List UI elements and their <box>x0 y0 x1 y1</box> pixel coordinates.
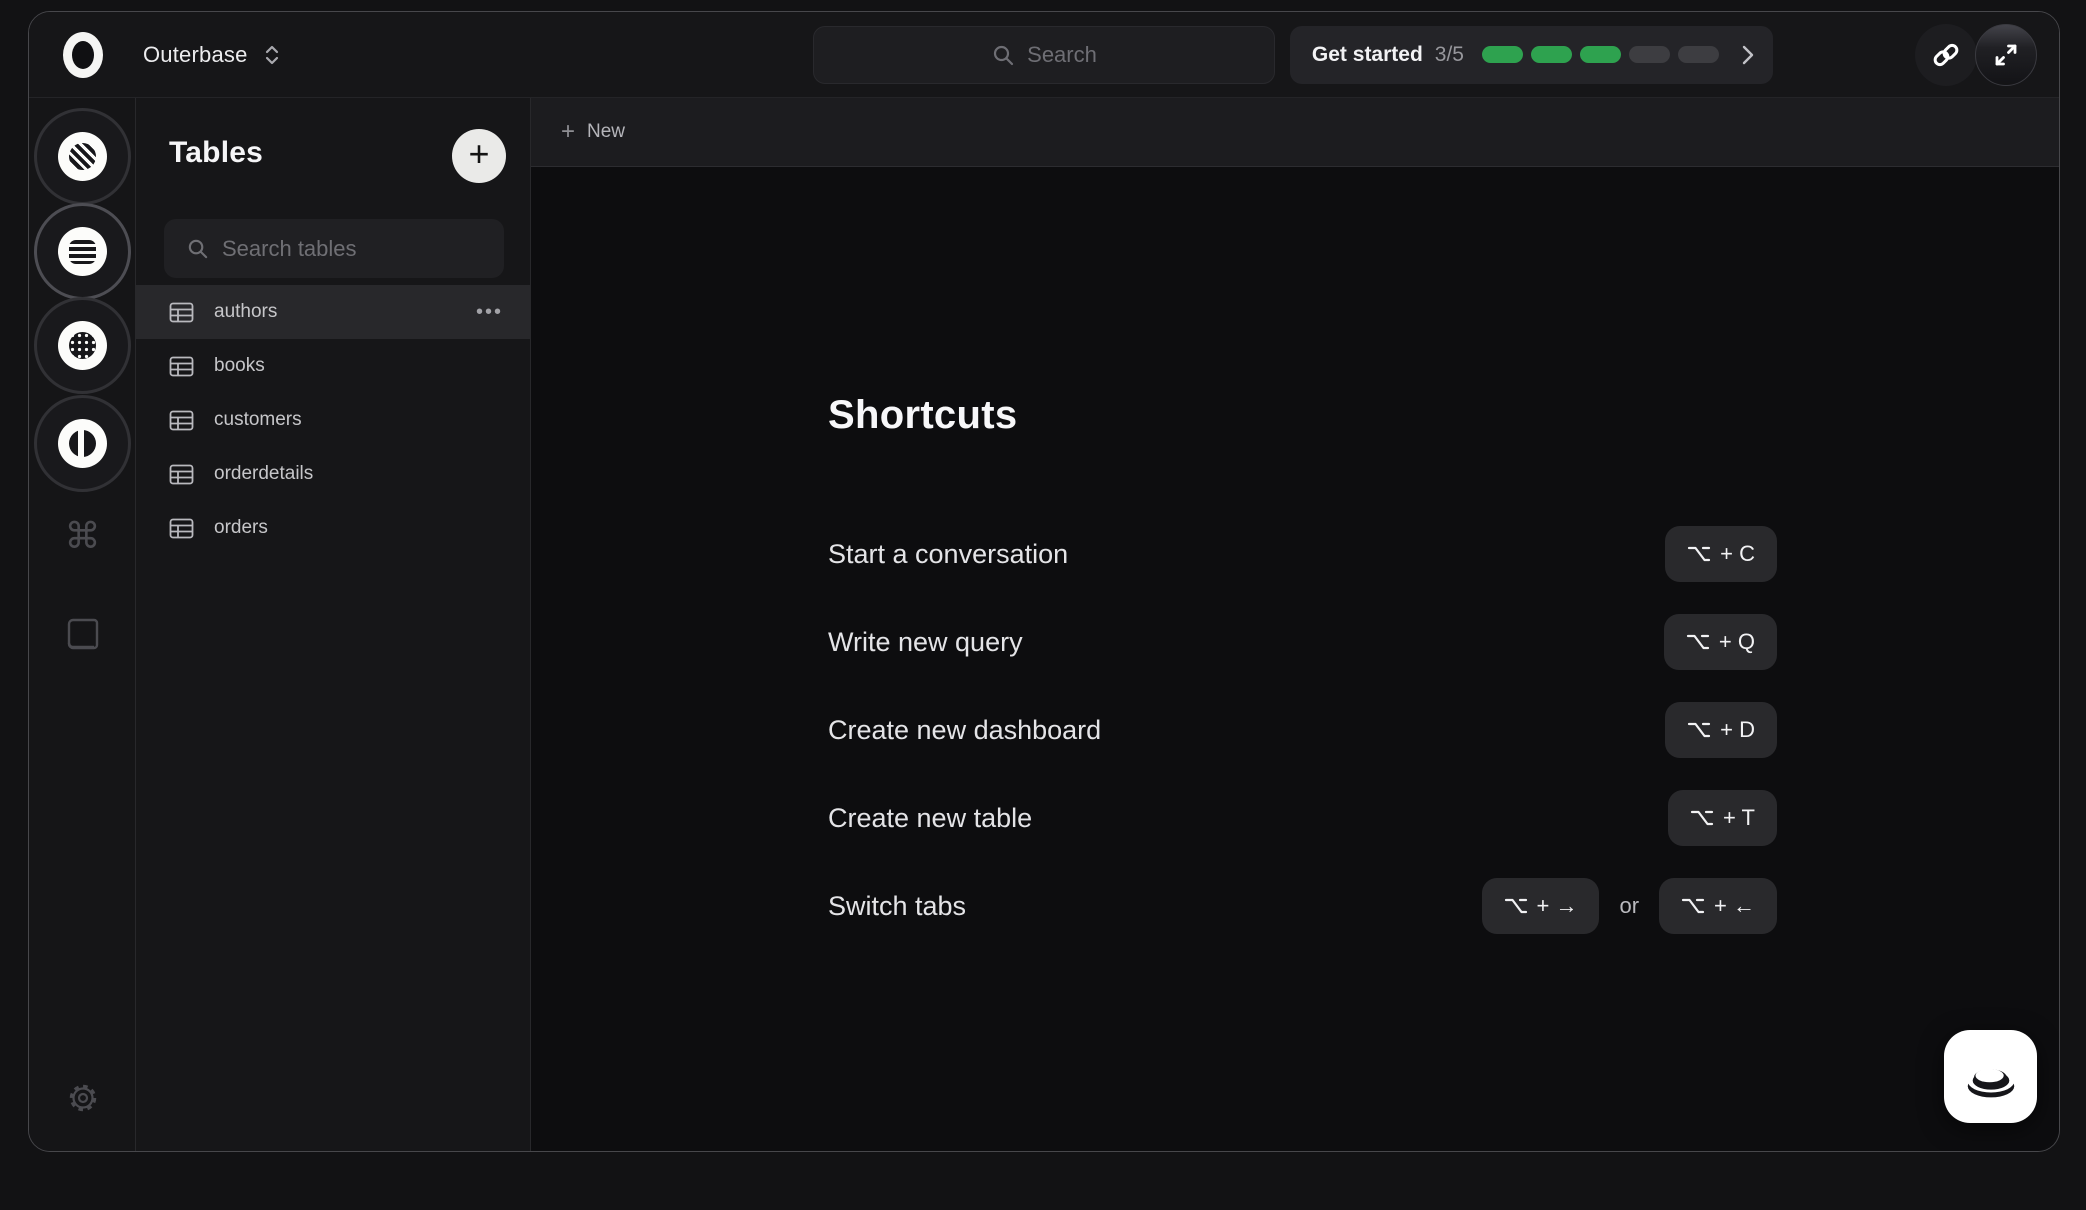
option-key-icon <box>1687 721 1711 739</box>
settings-gear-icon[interactable] <box>29 1080 136 1116</box>
assistant-fab-button[interactable] <box>1944 1030 2037 1123</box>
base-stripes-icon <box>69 143 96 170</box>
option-key-icon <box>1690 809 1714 827</box>
top-bar: Outerbase Search Get started 3/5 <box>29 12 2059 98</box>
kbd-option-left: + ← <box>1659 878 1777 934</box>
chevron-right-icon[interactable] <box>1741 43 1755 67</box>
table-icon <box>169 464 194 485</box>
table-name: customers <box>214 409 302 431</box>
table-row-authors[interactable]: authors ••• <box>136 285 531 339</box>
option-key-icon <box>1686 633 1710 651</box>
tables-sidebar: Tables + Search tables authors ••• <box>136 98 531 1151</box>
global-search-input[interactable]: Search <box>813 26 1275 84</box>
outerbase-logo-icon <box>63 32 103 78</box>
option-key-icon <box>1687 545 1711 563</box>
expand-arrows-icon <box>1991 40 2021 70</box>
or-separator: or <box>1619 893 1639 919</box>
search-tables-placeholder: Search tables <box>222 236 357 262</box>
workspace-name[interactable]: Outerbase <box>143 42 248 68</box>
kbd-option-q: + Q <box>1664 614 1777 670</box>
option-key-icon <box>1504 897 1528 915</box>
get-started-label: Get started <box>1312 43 1423 67</box>
sidebar-base-bar[interactable] <box>34 395 131 492</box>
shortcuts-panel: Shortcuts Start a conversation + C Write… <box>828 393 1777 438</box>
sidebar-base-dots[interactable] <box>34 297 131 394</box>
kbd-option-t: + T <box>1668 790 1777 846</box>
add-table-button[interactable]: + <box>452 129 506 183</box>
new-tab-button[interactable]: + New <box>561 118 625 146</box>
shortcut-row-start-conversation: Start a conversation + C <box>828 521 1777 587</box>
book-icon[interactable] <box>29 616 136 654</box>
search-icon <box>991 43 1015 67</box>
table-row-orderdetails[interactable]: orderdetails ••• <box>136 447 531 501</box>
shortcut-row-switch-tabs: Switch tabs + → or + ← <box>828 873 1777 939</box>
kbd-option-d: + D <box>1665 702 1777 758</box>
table-icon <box>169 302 194 323</box>
table-name: books <box>214 355 265 377</box>
table-row-menu-button[interactable]: ••• <box>476 301 503 324</box>
kbd-option-right: + → <box>1482 878 1600 934</box>
base-dots-icon <box>69 332 96 359</box>
get-started-progress[interactable]: Get started 3/5 <box>1290 26 1773 84</box>
sidebar-title: Tables <box>169 136 263 170</box>
shortcut-row-write-query: Write new query + Q <box>828 609 1777 675</box>
base-bar-icon <box>69 430 96 457</box>
new-tab-label: New <box>587 121 625 143</box>
plus-icon: + <box>561 118 575 146</box>
search-icon <box>186 237 209 260</box>
share-link-button[interactable] <box>1915 24 1977 86</box>
app-window: Outerbase Search Get started 3/5 <box>28 11 2060 1152</box>
table-row-customers[interactable]: customers ••• <box>136 393 531 447</box>
outerbase-button-icon <box>1958 1046 2024 1108</box>
table-name: authors <box>214 301 277 323</box>
link-icon <box>1931 40 1961 70</box>
shortcut-row-create-dashboard: Create new dashboard + D <box>828 697 1777 763</box>
expand-window-button[interactable] <box>1975 24 2037 86</box>
table-name: orders <box>214 517 268 539</box>
kbd-option-c: + C <box>1665 526 1777 582</box>
progress-segments <box>1482 46 1719 63</box>
global-search-placeholder: Search <box>1027 42 1097 68</box>
table-icon <box>169 410 194 431</box>
table-row-books[interactable]: books ••• <box>136 339 531 393</box>
table-icon <box>169 356 194 377</box>
table-name: orderdetails <box>214 463 313 485</box>
sidebar-base-stripes[interactable] <box>34 108 131 205</box>
search-tables-input[interactable]: Search tables <box>164 219 504 278</box>
table-row-orders[interactable]: orders ••• <box>136 501 531 555</box>
tables-list: authors ••• books ••• customers ••• <box>136 285 531 555</box>
option-key-icon <box>1681 897 1705 915</box>
get-started-count: 3/5 <box>1435 43 1464 67</box>
sidebar-base-tables[interactable] <box>34 203 131 300</box>
workspace-rail: ⌘ <box>29 98 136 1151</box>
base-tables-icon <box>69 240 96 264</box>
command-menu-icon[interactable]: ⌘ <box>29 516 136 557</box>
table-icon <box>169 518 194 539</box>
shortcuts-title: Shortcuts <box>828 393 1777 438</box>
workspace-switcher-chevrons-icon[interactable] <box>264 44 280 66</box>
tab-strip: + New <box>531 98 2059 167</box>
main-area: + New Shortcuts Start a conversation + C… <box>531 98 2059 1151</box>
shortcut-row-create-table: Create new table + T <box>828 785 1777 851</box>
